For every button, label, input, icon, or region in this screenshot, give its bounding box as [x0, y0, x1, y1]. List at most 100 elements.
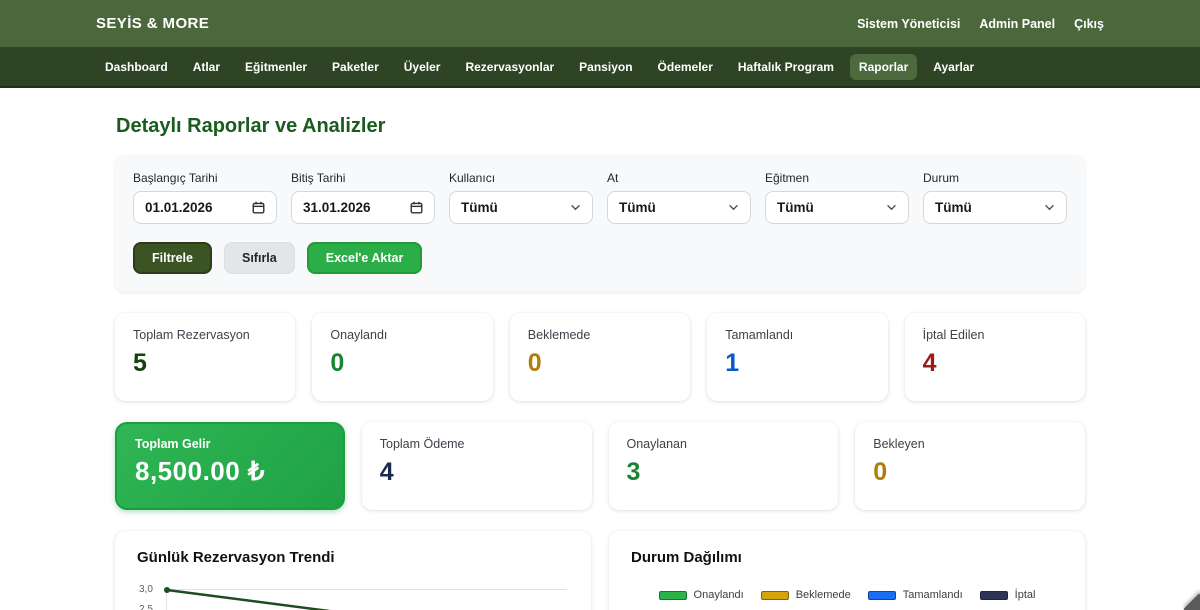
legend-item-tamamlandi[interactable]: Tamamlandı [868, 589, 963, 601]
chevron-down-icon [1044, 204, 1055, 211]
y-axis-tick: 3,0 [139, 584, 153, 595]
nav-item-atlar[interactable]: Atlar [184, 54, 229, 80]
stat-label: Toplam Ödeme [380, 437, 574, 451]
user-filter-label: Kullanıcı [449, 171, 593, 185]
chart-title: Günlük Rezervasyon Trendi [137, 549, 569, 566]
user-name-label: Sistem Yöneticisi [857, 17, 960, 31]
charts-row: Günlük Rezervasyon Trendi 3,0 2,5 Durum … [115, 531, 1085, 610]
stat-value: 1 [725, 351, 869, 376]
horse-filter-value: Tümü [619, 200, 656, 215]
main-nav: Dashboard Atlar Eğitmenler Paketler Üyel… [0, 47, 1200, 88]
status-filter-label: Durum [923, 171, 1067, 185]
stat-card-onaylandi: Onaylandı 0 [312, 313, 492, 401]
end-date-field-group: Bitiş Tarihi 31.01.2026 [291, 171, 435, 224]
legend-label: Onaylandı [694, 589, 744, 601]
stat-value: 0 [528, 351, 672, 376]
stat-label: İptal Edilen [923, 328, 1067, 342]
nav-item-dashboard[interactable]: Dashboard [96, 54, 177, 80]
filter-button[interactable]: Filtrele [133, 242, 212, 274]
logout-link[interactable]: Çıkış [1074, 17, 1104, 31]
export-excel-button[interactable]: Excel'e Aktar [307, 242, 423, 274]
filter-panel: Başlangıç Tarihi 01.01.2026 Bitiş Tarihi… [115, 155, 1085, 292]
trainer-filter-select[interactable]: Tümü [765, 191, 909, 224]
stat-value: 5 [133, 351, 277, 376]
start-date-field-group: Başlangıç Tarihi 01.01.2026 [133, 171, 277, 224]
horse-filter-group: At Tümü [607, 171, 751, 224]
start-date-label: Başlangıç Tarihi [133, 171, 277, 185]
user-filter-select[interactable]: Tümü [449, 191, 593, 224]
legend-swatch [868, 591, 896, 600]
stat-label: Beklemede [528, 328, 672, 342]
line-chart: 3,0 2,5 [137, 584, 569, 610]
admin-panel-link[interactable]: Admin Panel [979, 17, 1055, 31]
status-filter-value: Tümü [935, 200, 972, 215]
nav-item-uyeler[interactable]: Üyeler [395, 54, 450, 80]
stat-value: 0 [873, 460, 1067, 485]
status-filter-select[interactable]: Tümü [923, 191, 1067, 224]
stat-label: Bekleyen [873, 437, 1067, 451]
stats-row-1: Toplam Rezervasyon 5 Onaylandı 0 Bekleme… [115, 313, 1085, 401]
legend-item-beklemede[interactable]: Beklemede [761, 589, 851, 601]
chart-legend: Onaylandı Beklemede Tamamlandı İptal [631, 589, 1063, 601]
trainer-filter-value: Tümü [777, 200, 814, 215]
trainer-filter-label: Eğitmen [765, 171, 909, 185]
end-date-input[interactable]: 31.01.2026 [291, 191, 435, 224]
nav-item-ayarlar[interactable]: Ayarlar [924, 54, 983, 80]
nav-item-pansiyon[interactable]: Pansiyon [570, 54, 641, 80]
legend-swatch [761, 591, 789, 600]
start-date-input[interactable]: 01.01.2026 [133, 191, 277, 224]
nav-item-raporlar[interactable]: Raporlar [850, 54, 917, 80]
legend-item-iptal[interactable]: İptal [980, 589, 1036, 601]
stat-label: Onaylandı [330, 328, 474, 342]
nav-item-haftalik-program[interactable]: Haftalık Program [729, 54, 843, 80]
start-date-value: 01.01.2026 [145, 200, 213, 215]
stat-card-bekleyen: Bekleyen 0 [855, 422, 1085, 510]
stat-value: 3 [627, 460, 821, 485]
calendar-icon[interactable] [410, 201, 423, 214]
nav-item-egitmenler[interactable]: Eğitmenler [236, 54, 316, 80]
page-title: Detaylı Raporlar ve Analizler [116, 115, 1085, 138]
stat-label: Toplam Rezervasyon [133, 328, 277, 342]
nav-item-rezervasyonlar[interactable]: Rezervasyonlar [456, 54, 563, 80]
stat-card-toplam-odeme: Toplam Ödeme 4 [362, 422, 592, 510]
stat-card-onaylanan: Onaylanan 3 [609, 422, 839, 510]
stat-card-beklemede: Beklemede 0 [510, 313, 690, 401]
chevron-down-icon [886, 204, 897, 211]
stat-value: 4 [923, 351, 1067, 376]
stats-row-2: Toplam Gelir 8,500.00 ₺ Toplam Ödeme 4 O… [115, 422, 1085, 510]
status-distribution-chart-card: Durum Dağılımı Onaylandı Beklemede Tamam… [609, 531, 1085, 610]
horse-filter-select[interactable]: Tümü [607, 191, 751, 224]
calendar-icon[interactable] [252, 201, 265, 214]
nav-item-paketler[interactable]: Paketler [323, 54, 388, 80]
trend-line [164, 586, 584, 610]
legend-swatch [980, 591, 1008, 600]
trainer-filter-group: Eğitmen Tümü [765, 171, 909, 224]
stat-value: 0 [330, 351, 474, 376]
horse-filter-label: At [607, 171, 751, 185]
legend-label: Tamamlandı [903, 589, 963, 601]
plot-area [166, 589, 567, 610]
brand-logo: SEYİS & MORE [96, 15, 209, 32]
stat-label: Onaylanan [627, 437, 821, 451]
nav-item-odemeler[interactable]: Ödemeler [649, 54, 722, 80]
stat-value: 8,500.00 ₺ [135, 458, 325, 484]
stat-label: Toplam Gelir [135, 437, 325, 451]
stat-card-toplam-rezervasyon: Toplam Rezervasyon 5 [115, 313, 295, 401]
main-content: Detaylı Raporlar ve Analizler Başlangıç … [115, 115, 1085, 610]
stat-value: 4 [380, 460, 574, 485]
reset-button[interactable]: Sıfırla [224, 242, 295, 274]
y-axis-tick: 2,5 [139, 604, 153, 610]
legend-item-onaylandi[interactable]: Onaylandı [659, 589, 744, 601]
stat-label: Tamamlandı [725, 328, 869, 342]
stat-card-toplam-gelir: Toplam Gelir 8,500.00 ₺ [115, 422, 345, 510]
chevron-down-icon [570, 204, 581, 211]
topbar: SEYİS & MORE Sistem Yöneticisi Admin Pan… [0, 0, 1200, 47]
status-filter-group: Durum Tümü [923, 171, 1067, 224]
chevron-down-icon [728, 204, 739, 211]
data-point-marker [164, 587, 170, 593]
user-filter-group: Kullanıcı Tümü [449, 171, 593, 224]
chart-title: Durum Dağılımı [631, 549, 1063, 566]
legend-label: İptal [1015, 589, 1036, 601]
end-date-value: 31.01.2026 [303, 200, 371, 215]
mouse-cursor [1183, 593, 1200, 610]
